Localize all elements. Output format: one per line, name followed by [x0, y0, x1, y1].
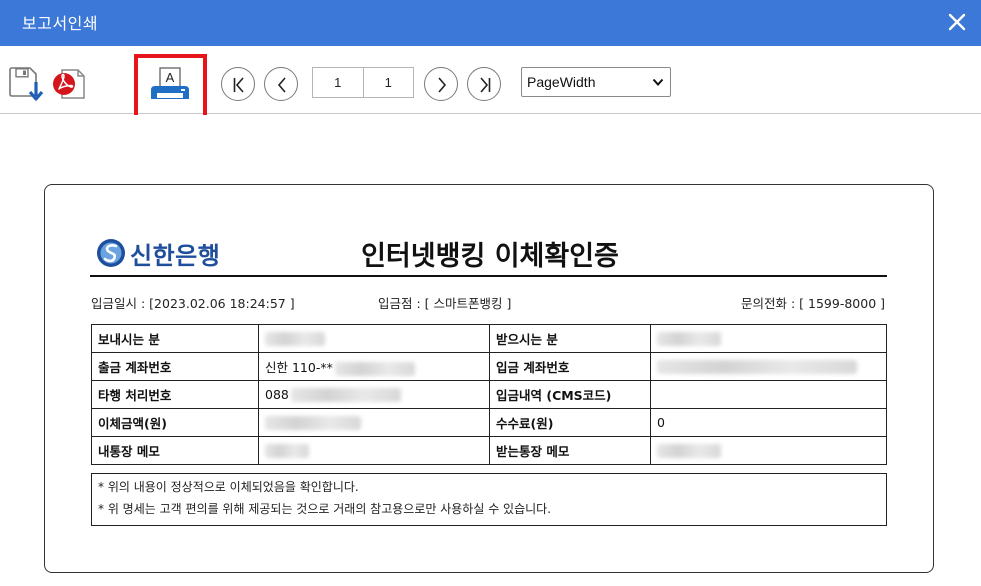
- deposit-account-value: [650, 352, 887, 381]
- table-row: 내통장 메모 받는통장 메모: [91, 436, 887, 465]
- save-download-icon[interactable]: [8, 66, 44, 102]
- previous-page-button[interactable]: [264, 67, 298, 101]
- next-page-button[interactable]: [424, 67, 458, 101]
- my-memo-value: [258, 436, 490, 465]
- deposit-cms-label: 입금내역 (CMS코드): [489, 380, 651, 409]
- sender-value: [258, 324, 490, 353]
- recipient-label: 받으시는 분: [489, 324, 651, 353]
- page-indicator: 1 1: [312, 67, 414, 98]
- recipient-value: [650, 324, 887, 353]
- report-title: 인터넷뱅킹 이체확인증: [361, 241, 619, 272]
- current-page-input[interactable]: 1: [313, 68, 364, 97]
- total-pages: 1: [384, 75, 392, 90]
- chevron-down-icon: [652, 78, 664, 86]
- recipient-memo-label: 받는통장 메모: [489, 436, 651, 465]
- window-title: 보고서인쇄: [22, 14, 99, 33]
- notes-box: * 위의 내용이 정상적으로 이체되었음을 확인합니다. * 위 명세는 고객 …: [91, 473, 887, 526]
- chevron-right-icon: [438, 77, 447, 93]
- bank-logo: 신한은행: [96, 236, 220, 270]
- svg-text:A: A: [166, 70, 175, 85]
- other-bank-ref-value: 088: [258, 380, 490, 409]
- first-page-button[interactable]: [221, 67, 255, 101]
- withdrawal-account-value: 신한 110-**: [258, 352, 490, 381]
- fee-label: 수수료(원): [489, 408, 651, 437]
- title-bar: 보고서인쇄: [0, 0, 981, 46]
- shinhan-logo-icon: [97, 239, 125, 267]
- redacted-blur: [657, 360, 857, 375]
- deposit-cms-value: [650, 380, 887, 409]
- recipient-memo-value: [650, 436, 887, 465]
- last-page-button[interactable]: [467, 67, 501, 101]
- table-row: 타행 처리번호 088 입금내역 (CMS코드): [91, 380, 887, 409]
- redacted-blur: [265, 444, 309, 459]
- zoom-select-value: PageWidth: [527, 74, 596, 90]
- inquiry-phone: 문의전화 : [ 1599-8000 ]: [741, 296, 885, 311]
- redacted-blur: [657, 444, 721, 459]
- deposit-branch: 입금점 : [ 스마트폰뱅킹 ]: [378, 296, 512, 311]
- withdrawal-account-label: 출금 계좌번호: [91, 352, 259, 381]
- deposit-account-label: 입금 계좌번호: [489, 352, 651, 381]
- redacted-blur: [290, 388, 401, 403]
- transfer-amount-value: [258, 408, 490, 437]
- transfer-info-table: 보내시는 분 받으시는 분 출금 계좌번호 신한 110-** 입금 계좌번호 …: [91, 324, 887, 465]
- redacted-blur: [265, 332, 325, 347]
- pdf-icon[interactable]: [50, 66, 88, 102]
- close-icon[interactable]: [945, 10, 969, 34]
- note-line: * 위의 내용이 정상적으로 이체되었음을 확인합니다.: [98, 480, 359, 494]
- note-line: * 위 명세는 고객 편의를 위해 제공되는 것으로 거래의 참고용으로만 사용…: [98, 502, 552, 516]
- transfer-amount-label: 이체금액(원): [91, 408, 259, 437]
- other-bank-ref-label: 타행 처리번호: [91, 380, 259, 409]
- print-icon[interactable]: A: [150, 66, 190, 104]
- zoom-select[interactable]: PageWidth: [521, 67, 671, 97]
- chevron-left-icon: [277, 77, 286, 93]
- title-divider: [90, 275, 887, 277]
- deposit-datetime: 입금일시 : [2023.02.06 18:24:57 ]: [91, 296, 295, 311]
- table-row: 이체금액(원) 수수료(원) 0: [91, 408, 887, 437]
- fee-value: 0: [650, 408, 887, 437]
- sender-label: 보내시는 분: [91, 324, 259, 353]
- redacted-blur: [657, 332, 721, 347]
- table-row: 출금 계좌번호 신한 110-** 입금 계좌번호: [91, 352, 887, 381]
- table-row: 보내시는 분 받으시는 분: [91, 324, 887, 353]
- my-memo-label: 내통장 메모: [91, 436, 259, 465]
- first-page-icon: [233, 77, 244, 93]
- redacted-blur: [265, 416, 361, 431]
- redacted-blur: [334, 361, 415, 376]
- last-page-icon: [480, 77, 491, 93]
- bank-name: 신한은행: [130, 241, 221, 270]
